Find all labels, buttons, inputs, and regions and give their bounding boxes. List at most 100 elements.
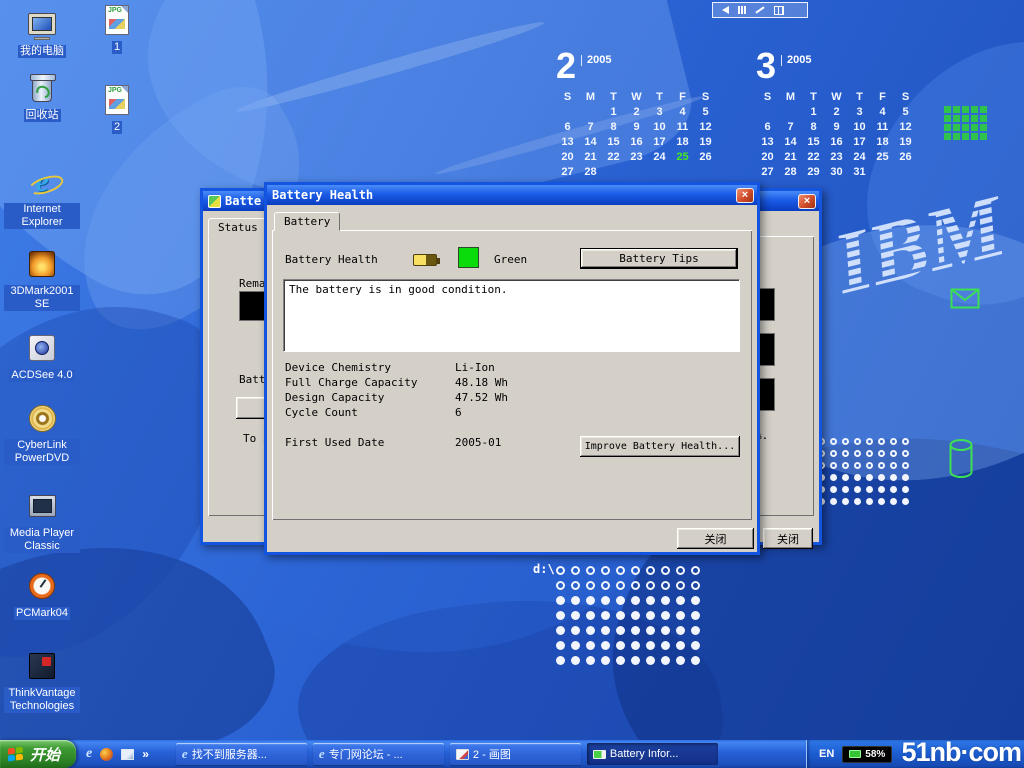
cylinder-icon	[948, 438, 974, 480]
taskbar-task-button[interactable]: 2 - 画图	[450, 743, 581, 765]
green-square	[980, 115, 987, 122]
dot	[676, 641, 685, 650]
desktop-icon-pcmark[interactable]: PCMark04	[4, 568, 80, 620]
desktop-icon-ie[interactable]: e Internet Explorer	[4, 164, 80, 229]
dot	[586, 596, 595, 605]
dot	[631, 596, 640, 605]
dot	[661, 656, 670, 665]
calendar-day: 5	[694, 106, 717, 118]
close-icon[interactable]: ×	[736, 188, 754, 203]
calendar-day	[602, 166, 625, 178]
dot	[601, 581, 610, 590]
desktop-icon-label: ThinkVantage Technologies	[4, 687, 80, 713]
green-square	[980, 106, 987, 113]
ie-icon[interactable]: e	[86, 746, 92, 762]
close-icon[interactable]: ×	[798, 194, 816, 209]
battery-field-row: Cycle Count6	[285, 406, 735, 421]
dot	[676, 566, 685, 575]
jpg-badge: JPG	[108, 7, 122, 14]
media-player-icon[interactable]	[100, 748, 113, 761]
dot	[601, 566, 610, 575]
dot	[556, 626, 565, 635]
calendar-day: 24	[648, 151, 671, 163]
calendar-day: 1	[602, 106, 625, 118]
tab-status[interactable]: Status	[208, 218, 268, 237]
desktop-icon-label: Media Player Classic	[4, 527, 80, 553]
close-button[interactable]: 关闭	[763, 528, 813, 549]
battery-health-titlebar[interactable]: Battery Health ×	[267, 185, 757, 205]
dot	[902, 486, 909, 493]
calendar-day-header: S	[694, 91, 717, 103]
desktop-file-jpg[interactable]: JPG 2	[94, 82, 140, 134]
condition-textbox: The battery is in good condition.	[283, 279, 740, 352]
desktop-icon-computer[interactable]: 我的电脑	[4, 6, 80, 58]
desktop-icon-acdsee[interactable]: ACDSee 4.0	[4, 330, 80, 382]
calendar-day: 17	[848, 136, 871, 148]
desktop-icon-powerdvd[interactable]: CyberLink PowerDVD	[4, 400, 80, 465]
calendar-day: 8	[602, 121, 625, 133]
green-square	[980, 133, 987, 140]
calendar-day: 27	[756, 166, 779, 178]
green-square	[953, 133, 960, 140]
calendar-day	[871, 166, 894, 178]
desktop-icon-mpc[interactable]: Media Player Classic	[4, 488, 80, 553]
calendar-day: 16	[625, 136, 648, 148]
wallpaper-dot-grid	[556, 566, 700, 665]
desktop-icon-label: 我的电脑	[18, 45, 66, 58]
taskbar-task-button[interactable]: e专门网论坛 - ...	[313, 743, 444, 765]
dot	[842, 498, 849, 505]
ie-icon: e	[25, 164, 59, 200]
desktop-icon-thinkvantage[interactable]: ThinkVantage Technologies	[4, 648, 80, 713]
dot	[890, 486, 897, 493]
dot	[616, 566, 625, 575]
desktop-icon-label: 3DMark2001 SE	[4, 285, 80, 311]
dot	[586, 566, 595, 575]
dot	[631, 656, 640, 665]
dot	[661, 611, 670, 620]
thinkvantage-icon	[25, 648, 59, 684]
calendar-day: 5	[894, 106, 917, 118]
calendar-day: 25	[871, 151, 894, 163]
task-label: 专门网论坛 - ...	[329, 746, 403, 762]
pcmark-icon	[25, 568, 59, 604]
dot	[842, 474, 849, 481]
calendar-day-header: W	[825, 91, 848, 103]
improve-battery-health-button[interactable]: Improve Battery Health...	[580, 436, 740, 457]
dot	[571, 596, 580, 605]
paint-icon	[456, 749, 469, 760]
calendar-day: 24	[848, 151, 871, 163]
battery-percent: 58%	[865, 749, 885, 760]
desktop-file-jpg[interactable]: JPG 1	[94, 2, 140, 54]
taskbar-task-button[interactable]: e找不到服务器...	[176, 743, 307, 765]
start-label: 开始	[30, 744, 60, 765]
green-square	[971, 133, 978, 140]
dot	[866, 498, 873, 505]
dot	[866, 474, 873, 481]
calendar-day: 7	[779, 121, 802, 133]
show-desktop-icon[interactable]	[121, 749, 134, 760]
desktop-icon-label: Internet Explorer	[4, 203, 80, 229]
dot	[646, 611, 655, 620]
tab-battery[interactable]: Battery	[274, 212, 340, 231]
field-value: 2005-01	[455, 436, 501, 449]
tray-battery-indicator[interactable]: 58%	[842, 746, 892, 763]
taskbar-task-button[interactable]: Battery Infor...	[587, 743, 718, 765]
language-indicator[interactable]: EN	[819, 748, 834, 760]
dot	[878, 486, 885, 493]
dot	[571, 611, 580, 620]
desktop-file-icons: JPG 1 JPG 2	[94, 0, 140, 200]
battery-tips-button[interactable]: Battery Tips	[580, 248, 738, 269]
calendar-day: 25	[671, 151, 694, 163]
desktop-icon-3dmark[interactable]: 3DMark2001 SE	[4, 246, 80, 311]
start-button[interactable]: 开始	[0, 740, 76, 768]
dot	[586, 656, 595, 665]
desktop-icon-recycle[interactable]: 回收站	[4, 70, 80, 122]
battery-icon	[593, 750, 606, 759]
close-button[interactable]: 关闭	[677, 528, 754, 549]
calendar-day: 10	[848, 121, 871, 133]
battery-tips-label: Battery Tips	[619, 252, 698, 265]
quicklaunch-overflow-chevron[interactable]: »	[142, 747, 149, 761]
calendar-day: 20	[556, 151, 579, 163]
calendar-day: 7	[579, 121, 602, 133]
calendar-day: 19	[894, 136, 917, 148]
